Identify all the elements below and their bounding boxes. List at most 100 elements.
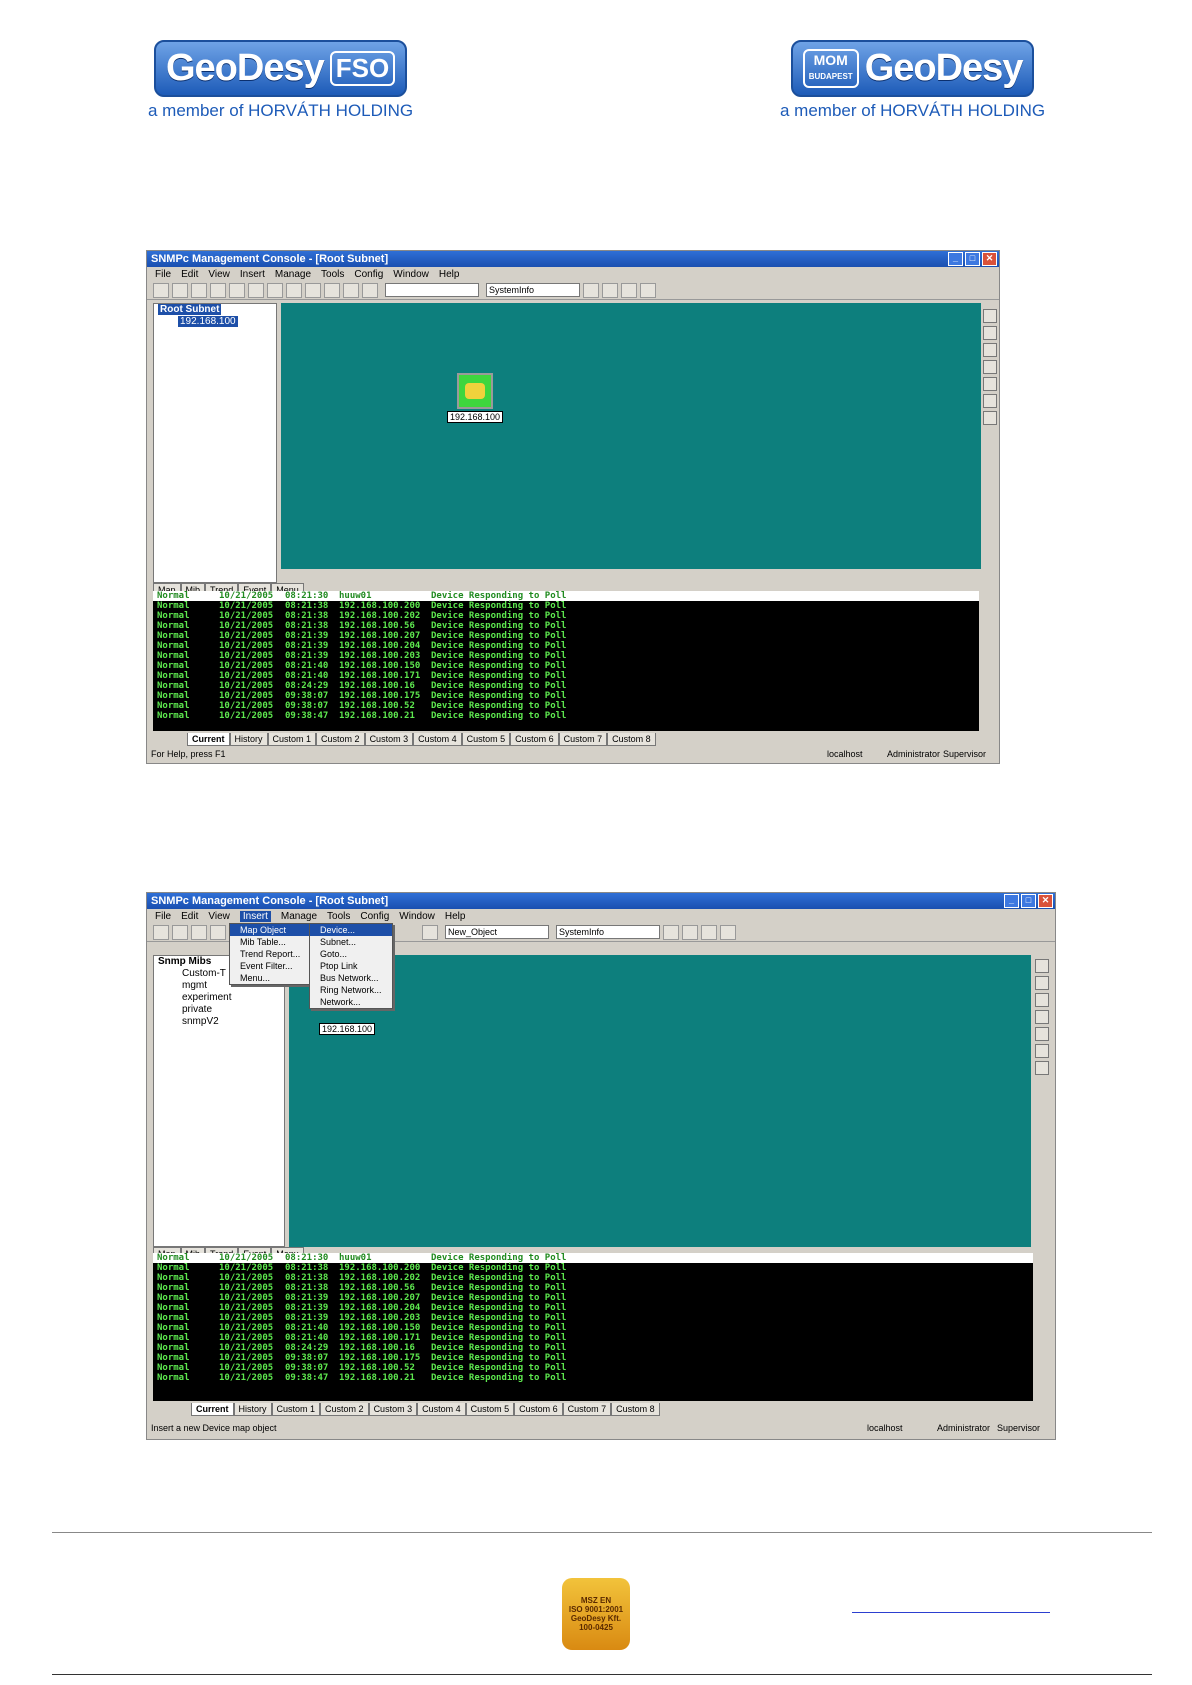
forward-icon[interactable]: [343, 282, 359, 298]
tool-icon[interactable]: [1035, 1027, 1049, 1041]
zoom-icon[interactable]: [267, 282, 283, 298]
tool-icon[interactable]: [983, 394, 997, 408]
tree-item[interactable]: experiment: [154, 992, 284, 1004]
tab-custom-6[interactable]: Custom 6: [514, 1403, 563, 1416]
menu-tools[interactable]: Tools: [321, 269, 344, 280]
tab-current[interactable]: Current: [187, 733, 230, 746]
map-view[interactable]: [289, 955, 1031, 1247]
back-icon[interactable]: [324, 282, 340, 298]
menu-insert[interactable]: Insert: [240, 269, 265, 280]
tab-custom-3[interactable]: Custom 3: [364, 733, 414, 746]
grid-icon[interactable]: [248, 282, 264, 298]
menu-file[interactable]: File: [155, 269, 171, 280]
tab-custom-3[interactable]: Custom 3: [368, 1403, 418, 1416]
menu-tools[interactable]: Tools: [327, 911, 350, 922]
menu-view[interactable]: View: [208, 911, 230, 922]
tab-custom-5[interactable]: Custom 5: [465, 1403, 515, 1416]
menu-view[interactable]: View: [208, 269, 230, 280]
map-icon[interactable]: [210, 924, 226, 940]
refresh-icon[interactable]: [362, 282, 378, 298]
menu-help[interactable]: Help: [439, 269, 460, 280]
tab-custom-1[interactable]: Custom 1: [271, 1403, 321, 1416]
menu-item-bus-network[interactable]: Bus Network...: [310, 972, 392, 984]
sun-icon[interactable]: [640, 282, 656, 298]
close-icon[interactable]: ✕: [982, 252, 997, 266]
maximize-icon[interactable]: □: [965, 252, 980, 266]
tree-item[interactable]: private: [154, 1004, 284, 1016]
menu-item-trend-report[interactable]: Trend Report...: [230, 948, 310, 960]
menu-item-device[interactable]: Device...: [310, 924, 392, 936]
menu-item-ptop-link[interactable]: Ptop Link: [310, 960, 392, 972]
object-combo[interactable]: [385, 283, 479, 297]
menu-item-mib-table[interactable]: Mib Table...: [230, 936, 310, 948]
object-combo[interactable]: New_Object: [445, 925, 549, 939]
lock-icon[interactable]: [191, 282, 207, 298]
tool-icon[interactable]: [983, 411, 997, 425]
tab-history[interactable]: History: [229, 733, 268, 746]
menu-window[interactable]: Window: [399, 911, 435, 922]
tool-icon[interactable]: [1035, 959, 1049, 973]
zoom-in-icon[interactable]: [286, 282, 302, 298]
find-icon[interactable]: [153, 924, 169, 940]
tool-icon[interactable]: [983, 343, 997, 357]
tab-custom-2[interactable]: Custom 2: [320, 1403, 369, 1416]
menu-file[interactable]: File: [155, 911, 171, 922]
menu-item-ring-network[interactable]: Ring Network...: [310, 984, 392, 996]
menu-config[interactable]: Config: [354, 269, 383, 280]
menu-insert[interactable]: Insert: [239, 910, 271, 922]
tab-custom-5[interactable]: Custom 5: [461, 733, 511, 746]
sun-icon[interactable]: [720, 924, 736, 940]
tree-item[interactable]: 192.168.100: [154, 316, 276, 328]
tab-custom-7[interactable]: Custom 7: [562, 1403, 612, 1416]
info-combo[interactable]: SystemInfo: [486, 283, 580, 297]
tool-icon[interactable]: [1035, 1010, 1049, 1024]
info-combo[interactable]: SystemInfo: [556, 925, 660, 939]
zoom-out-icon[interactable]: [305, 282, 321, 298]
tree-item[interactable]: snmpV2: [154, 1016, 284, 1028]
menu-manage[interactable]: Manage: [275, 269, 311, 280]
device-icon[interactable]: [457, 373, 494, 409]
tab-custom-1[interactable]: Custom 1: [267, 733, 317, 746]
menu-manage[interactable]: Manage: [281, 911, 317, 922]
minimize-icon[interactable]: _: [948, 252, 963, 266]
map-icon[interactable]: [210, 282, 226, 298]
find-icon[interactable]: [153, 282, 169, 298]
tile-icon[interactable]: [682, 924, 698, 940]
tool-icon[interactable]: [983, 360, 997, 374]
cascade-icon[interactable]: [621, 282, 637, 298]
tool-icon[interactable]: [983, 377, 997, 391]
tab-custom-7[interactable]: Custom 7: [558, 733, 608, 746]
menu-item-map-object[interactable]: Map Object: [230, 924, 310, 936]
tab-custom-4[interactable]: Custom 4: [413, 733, 462, 746]
tab-custom-8[interactable]: Custom 8: [607, 733, 656, 746]
window-layout-icon[interactable]: [583, 282, 599, 298]
save-icon[interactable]: [172, 282, 188, 298]
menu-item-menu[interactable]: Menu...: [230, 972, 310, 984]
tile-icon[interactable]: [602, 282, 618, 298]
lock-icon[interactable]: [191, 924, 207, 940]
menu-help[interactable]: Help: [445, 911, 466, 922]
maximize-icon[interactable]: □: [1021, 894, 1036, 908]
menu-window[interactable]: Window: [393, 269, 429, 280]
tool-icon[interactable]: [1035, 976, 1049, 990]
tab-current[interactable]: Current: [191, 1403, 234, 1416]
menu-edit[interactable]: Edit: [181, 269, 198, 280]
cascade-icon[interactable]: [701, 924, 717, 940]
menu-item-subnet[interactable]: Subnet...: [310, 936, 392, 948]
refresh-icon[interactable]: [422, 924, 438, 940]
tab-custom-6[interactable]: Custom 6: [510, 733, 559, 746]
tool-icon[interactable]: [1035, 1061, 1049, 1075]
tool-icon[interactable]: [1035, 993, 1049, 1007]
close-icon[interactable]: ✕: [1038, 894, 1053, 908]
tab-custom-2[interactable]: Custom 2: [316, 733, 365, 746]
menu-item-goto[interactable]: Goto...: [310, 948, 392, 960]
tool-icon[interactable]: [983, 326, 997, 340]
tab-custom-4[interactable]: Custom 4: [417, 1403, 466, 1416]
tool-icon[interactable]: [983, 309, 997, 323]
device-node[interactable]: 192.168.100: [447, 373, 504, 423]
menu-item-event-filter[interactable]: Event Filter...: [230, 960, 310, 972]
menu-item-network[interactable]: Network...: [310, 996, 392, 1008]
footer-link-underline[interactable]: [852, 1612, 1050, 1613]
network-icon[interactable]: [229, 282, 245, 298]
minimize-icon[interactable]: _: [1004, 894, 1019, 908]
